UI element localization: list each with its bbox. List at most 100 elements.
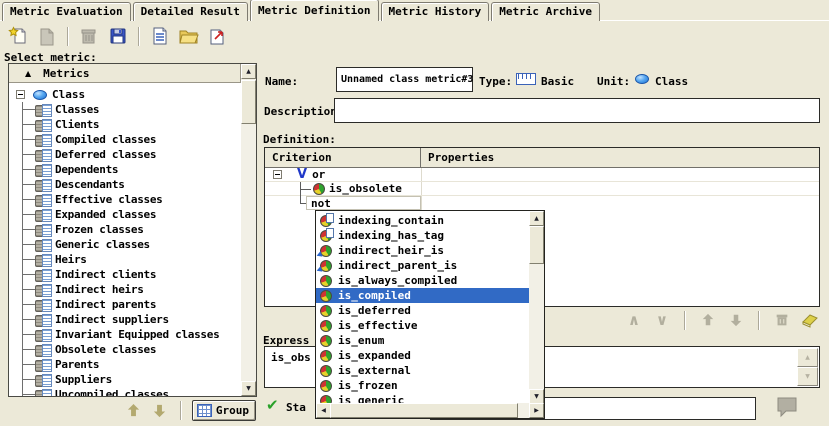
tree-item-generic-classes[interactable]: Generic classes xyxy=(10,237,241,252)
scrollbar-thumb[interactable] xyxy=(330,403,518,418)
dropdown-vscrollbar[interactable]: ▲ ▼ xyxy=(529,211,544,403)
tree-item-label: Frozen classes xyxy=(55,223,144,236)
definition-row-is-obsolete[interactable]: is_obsolete xyxy=(265,182,819,196)
tree-item-label: Compiled classes xyxy=(55,133,156,146)
tree-item-indirect-suppliers[interactable]: Indirect suppliers xyxy=(10,312,241,327)
comment-bubble-icon[interactable] xyxy=(774,395,800,422)
tree-item-clients[interactable]: Clients xyxy=(10,117,241,132)
tree-item-label: Classes xyxy=(55,103,99,116)
spin-down-icon[interactable]: ▼ xyxy=(797,367,818,386)
dropdown-item-is-deferred[interactable]: is_deferred xyxy=(316,303,529,318)
collapse-icon[interactable] xyxy=(273,170,282,179)
dropdown-item-is-external[interactable]: is_external xyxy=(316,363,529,378)
class-metric-icon xyxy=(35,194,52,206)
definition-row-or[interactable]: V or xyxy=(265,168,819,182)
dropdown-item-label: indexing_contain xyxy=(338,214,444,227)
tree-item-heirs[interactable]: Heirs xyxy=(10,252,241,267)
tree-item-indirect-heirs[interactable]: Indirect heirs xyxy=(10,282,241,297)
tree-item-obsolete-classes[interactable]: Obsolete classes xyxy=(10,342,241,357)
import-metrics-icon[interactable] xyxy=(147,24,173,48)
definition-label: Definition: xyxy=(263,133,336,146)
tree-item-expanded-classes[interactable]: Expanded classes xyxy=(10,207,241,222)
sort-ascending-icon: ▲ xyxy=(25,69,31,78)
spin-up-icon[interactable]: ▲ xyxy=(797,348,818,367)
tree-item-compiled-classes[interactable]: Compiled classes xyxy=(10,132,241,147)
scrollbar-thumb[interactable] xyxy=(529,226,544,264)
dropdown-item-label: is_effective xyxy=(338,319,417,332)
criterion-pie-arrow-icon xyxy=(320,260,332,272)
name-input[interactable]: Unnamed class metric#3 xyxy=(336,67,473,92)
scroll-right-icon[interactable]: ▶ xyxy=(529,403,544,418)
dropdown-item-indirect-parent-is[interactable]: indirect_parent_is xyxy=(316,258,529,273)
export-metrics-icon[interactable] xyxy=(205,24,231,48)
metric-list-scrollbar[interactable]: ▲ ▼ xyxy=(241,64,256,396)
description-input[interactable] xyxy=(334,98,820,123)
tree-item-indirect-parents[interactable]: Indirect parents xyxy=(10,297,241,312)
tree-item-effective-classes[interactable]: Effective classes xyxy=(10,192,241,207)
dropdown-item-label: is_external xyxy=(338,364,411,377)
tree-item-frozen-classes[interactable]: Frozen classes xyxy=(10,222,241,237)
tab-metric-archive[interactable]: Metric Archive xyxy=(491,2,600,21)
tree-connector-line xyxy=(22,147,35,162)
dropdown-item-is-compiled[interactable]: is_compiled xyxy=(316,288,529,303)
dropdown-hscrollbar[interactable]: ◀ ▶ xyxy=(316,403,544,418)
dropdown-item-is-expanded[interactable]: is_expanded xyxy=(316,348,529,363)
tab-metric-history[interactable]: Metric History xyxy=(381,2,490,21)
tree-item-uncompiled-classes[interactable]: Uncompiled classes xyxy=(10,387,241,396)
tree-item-invariant-equipped-classes[interactable]: Invariant Equipped classes xyxy=(10,327,241,342)
scroll-up-icon[interactable]: ▲ xyxy=(529,211,544,226)
save-metric-icon[interactable] xyxy=(105,24,131,48)
dropdown-item-indexing-contain[interactable]: indexing_contain xyxy=(316,213,529,228)
move-criterion-up-icon xyxy=(698,310,718,330)
tree-connector-line xyxy=(22,177,35,192)
tree-connector-line xyxy=(22,327,35,342)
tree-connector-line xyxy=(22,102,35,117)
scrollbar-thumb[interactable] xyxy=(241,80,256,124)
dropdown-item-indexing-has-tag[interactable]: indexing_has_tag xyxy=(316,228,529,243)
tree-item-classes[interactable]: Classes xyxy=(10,102,241,117)
class-metric-icon xyxy=(35,164,52,176)
tree-item-descendants[interactable]: Descendants xyxy=(10,177,241,192)
scroll-up-icon[interactable]: ▲ xyxy=(241,64,256,79)
dropdown-item-is-frozen[interactable]: is_frozen xyxy=(316,378,529,393)
definition-row-not[interactable]: not xyxy=(265,196,819,210)
scroll-left-icon[interactable]: ◀ xyxy=(316,403,331,418)
eraser-icon[interactable] xyxy=(800,310,820,330)
tree-root-class[interactable]: Class xyxy=(10,87,241,102)
tree-item-indirect-clients[interactable]: Indirect clients xyxy=(10,267,241,282)
criterion-pie-page-icon xyxy=(320,230,332,242)
duplicate-metric-icon xyxy=(34,24,60,48)
tab-detailed-result[interactable]: Detailed Result xyxy=(133,2,248,21)
new-metric-icon[interactable] xyxy=(5,24,31,48)
dropdown-item-is-effective[interactable]: is_effective xyxy=(316,318,529,333)
class-metric-icon xyxy=(35,104,52,116)
properties-column-header[interactable]: Properties xyxy=(421,151,494,164)
dropdown-item-is-always-compiled[interactable]: is_always_compiled xyxy=(316,273,529,288)
dropdown-item-indirect-heir-is[interactable]: indirect_heir_is xyxy=(316,243,529,258)
tree-connector-line xyxy=(22,132,35,147)
definition-toolbar: ∧ ∨ xyxy=(624,308,820,332)
move-down-icon[interactable] xyxy=(150,401,170,419)
metric-tree: Class ClassesClientsCompiled classesDefe… xyxy=(10,83,241,396)
metric-list-header[interactable]: ▲ Metrics xyxy=(9,64,241,83)
group-button[interactable]: Group xyxy=(192,400,256,421)
open-metric-file-icon[interactable] xyxy=(176,24,202,48)
class-metric-icon xyxy=(35,374,52,386)
criterion-edit-cell[interactable]: not xyxy=(306,196,421,210)
tab-metric-definition[interactable]: Metric Definition xyxy=(250,0,379,21)
scroll-down-icon[interactable]: ▼ xyxy=(529,389,544,404)
class-metric-icon xyxy=(35,284,52,296)
criterion-column-header[interactable]: Criterion xyxy=(265,148,421,167)
scroll-down-icon[interactable]: ▼ xyxy=(241,381,256,396)
move-up-icon[interactable] xyxy=(124,401,144,419)
tree-item-dependents[interactable]: Dependents xyxy=(10,162,241,177)
tree-item-suppliers[interactable]: Suppliers xyxy=(10,372,241,387)
tree-connector-line xyxy=(22,357,35,372)
collapse-icon[interactable] xyxy=(16,90,25,99)
tree-connector-line xyxy=(22,222,35,237)
tree-item-deferred-classes[interactable]: Deferred classes xyxy=(10,147,241,162)
tree-item-label: Expanded classes xyxy=(55,208,156,221)
tab-metric-evaluation[interactable]: Metric Evaluation xyxy=(2,2,131,21)
tree-item-parents[interactable]: Parents xyxy=(10,357,241,372)
dropdown-item-is-enum[interactable]: is_enum xyxy=(316,333,529,348)
